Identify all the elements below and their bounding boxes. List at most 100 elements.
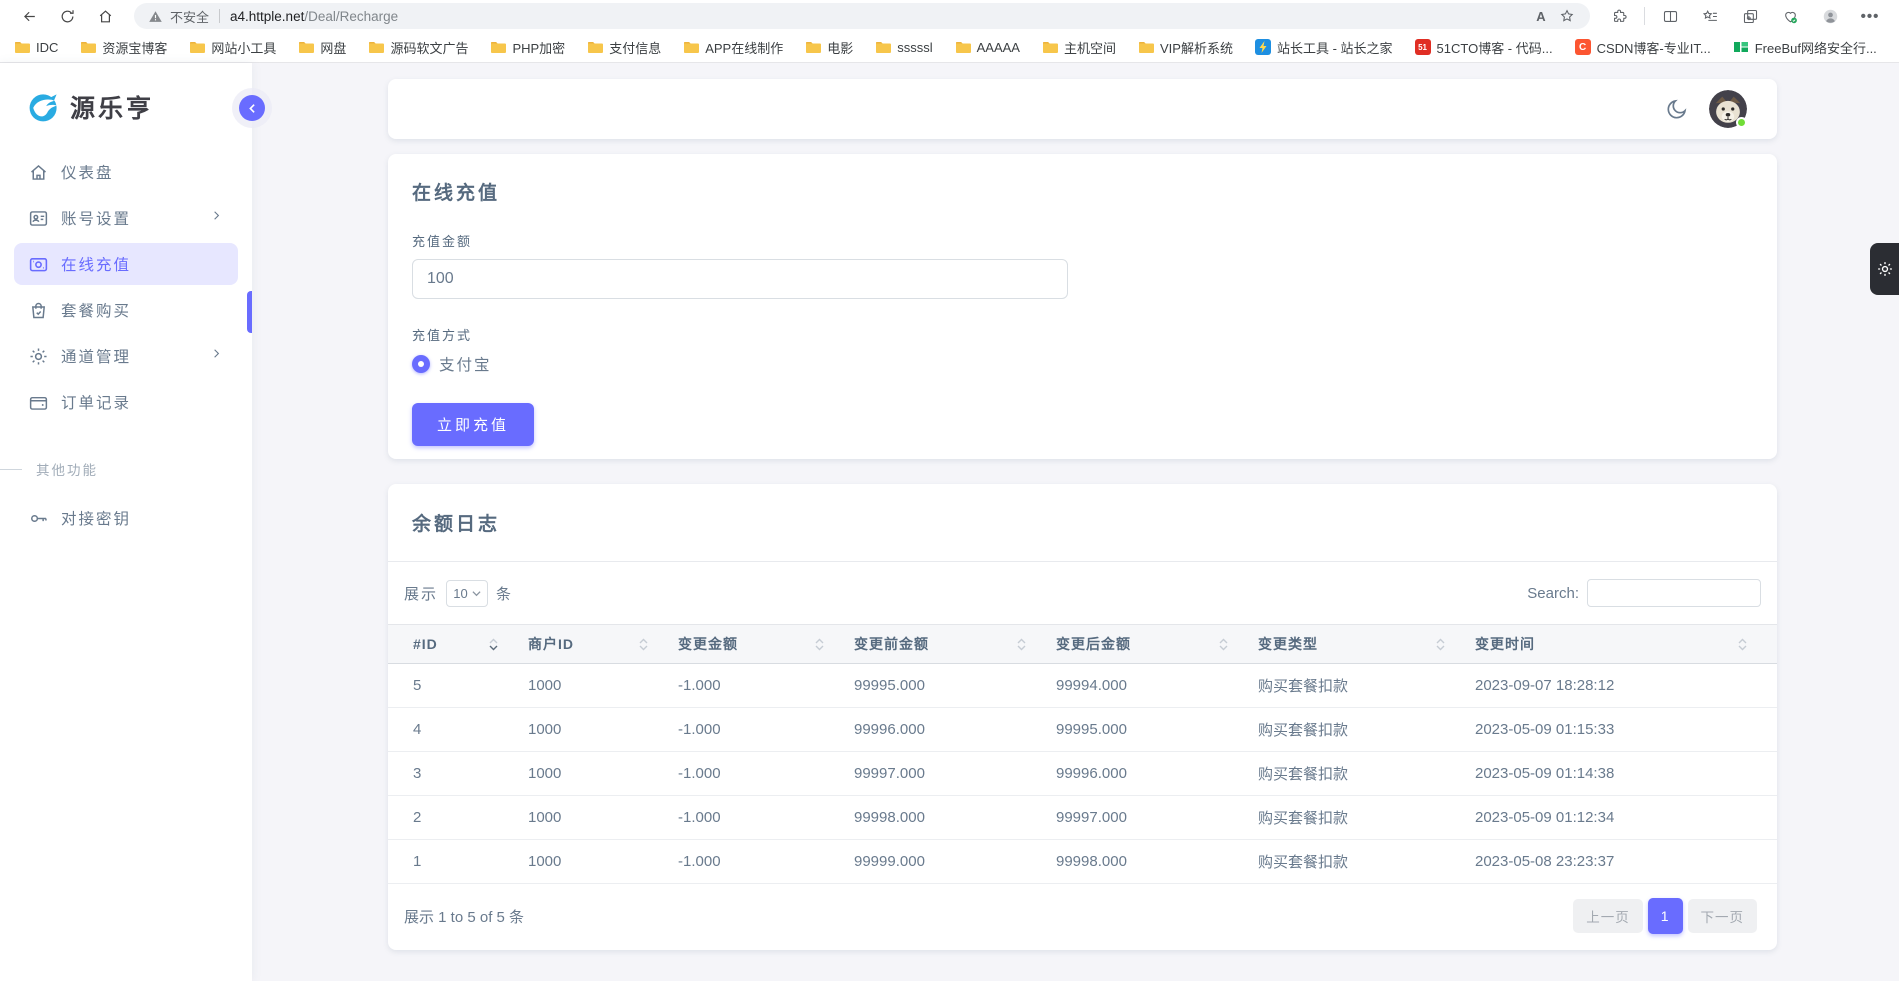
sort-asc-icon xyxy=(1017,638,1026,644)
address-bar[interactable]: 不安全 a4.httple.net /Deal/Recharge A xyxy=(134,3,1590,29)
page-size-group: 展示 10 条 xyxy=(404,580,513,607)
page-size-select[interactable]: 10 xyxy=(446,580,488,607)
sidebar-item-order-records[interactable]: 订单记录 xyxy=(14,381,238,423)
sidebar-collapse-button[interactable] xyxy=(239,95,265,121)
bookmark-item[interactable]: 主机空间 xyxy=(1042,38,1116,57)
column-header-before-amount[interactable]: 变更前金额 xyxy=(854,625,1056,664)
folder-icon xyxy=(1138,39,1154,55)
column-header-after-amount[interactable]: 变更后金额 xyxy=(1056,625,1258,664)
pagination: 上一页 1 下一页 xyxy=(1573,898,1757,934)
prev-page-button[interactable]: 上一页 xyxy=(1573,899,1643,933)
recharge-icon xyxy=(28,254,49,275)
dark-mode-toggle[interactable] xyxy=(1665,97,1689,121)
sort-icons[interactable] xyxy=(815,638,824,651)
sidebar-item-account-settings[interactable]: 账号设置 xyxy=(14,197,238,239)
table-row[interactable]: 51000-1.00099995.00099994.000购买套餐扣款2023-… xyxy=(388,664,1777,708)
favorites-hub-button[interactable] xyxy=(1695,3,1725,29)
payment-method-option[interactable]: 支付宝 xyxy=(412,353,1753,375)
folder-icon xyxy=(490,39,506,55)
search-input[interactable] xyxy=(1587,579,1761,607)
recharge-now-button[interactable]: 立即充值 xyxy=(412,403,534,446)
bookmark-item[interactable]: VIP解析系统 xyxy=(1138,38,1233,57)
settings-menu-button[interactable]: ••• xyxy=(1855,3,1885,29)
back-button[interactable] xyxy=(14,3,44,29)
user-avatar[interactable] xyxy=(1709,90,1747,128)
table-row[interactable]: 31000-1.00099997.00099996.000购买套餐扣款2023-… xyxy=(388,752,1777,796)
read-aloud-button[interactable]: A xyxy=(1528,5,1554,27)
bookmarks-bar: IDC 资源宝博客 网站小工具 网盘 源码软文广告 PHP加密 支付信息 AP xyxy=(0,32,1899,63)
page-size-value: 10 xyxy=(453,586,467,601)
brand-logo[interactable]: 源乐亨 xyxy=(0,63,252,135)
favorite-star-button[interactable] xyxy=(1554,5,1580,27)
sidebar-item-label: 在线充值 xyxy=(61,253,131,275)
column-header-id[interactable]: #ID xyxy=(388,625,528,664)
browser-essentials-button[interactable] xyxy=(1775,3,1805,29)
extensions-button[interactable] xyxy=(1604,3,1634,29)
column-header-change-type[interactable]: 变更类型 xyxy=(1258,625,1475,664)
bookmark-item[interactable]: AAAAA xyxy=(955,39,1020,55)
sort-asc-icon xyxy=(639,638,648,644)
sort-asc-icon xyxy=(815,638,824,644)
folder-icon xyxy=(683,39,699,55)
browser-chrome: 不安全 a4.httple.net /Deal/Recharge A xyxy=(0,0,1899,63)
sidebar-item-api-keys[interactable]: 对接密钥 xyxy=(14,497,238,539)
radio-selected-icon[interactable] xyxy=(412,355,430,373)
bookmark-item[interactable]: IDC xyxy=(14,39,58,55)
sidebar-item-channel-management[interactable]: 通道管理 xyxy=(14,335,238,377)
column-header-change-time[interactable]: 变更时间 xyxy=(1475,625,1777,664)
header-bar xyxy=(388,79,1777,139)
sort-icons[interactable] xyxy=(1436,638,1445,651)
split-screen-button[interactable] xyxy=(1655,3,1685,29)
bookmark-item[interactable]: 资源宝博客 xyxy=(80,38,167,57)
bookmark-item[interactable]: 51 51CTO博客 - 代码... xyxy=(1415,38,1553,57)
table-row[interactable]: 21000-1.00099998.00099997.000购买套餐扣款2023-… xyxy=(388,796,1777,840)
table-row[interactable]: 11000-1.00099999.00099998.000购买套餐扣款2023-… xyxy=(388,840,1777,884)
collections-button[interactable] xyxy=(1735,3,1765,29)
sort-icons[interactable] xyxy=(1738,638,1747,651)
sidebar-item-dashboard[interactable]: 仪表盘 xyxy=(14,151,238,193)
sidebar-item-package-purchase[interactable]: 套餐购买 xyxy=(14,289,238,331)
sort-asc-icon xyxy=(1219,638,1228,644)
profile-button[interactable] xyxy=(1815,3,1845,29)
recharge-card-title: 在线充值 xyxy=(412,178,1753,205)
bookmark-item[interactable]: 源码软文广告 xyxy=(368,38,468,57)
next-page-button[interactable]: 下一页 xyxy=(1688,899,1758,933)
amount-input[interactable] xyxy=(412,259,1068,299)
theme-customizer-toggle[interactable] xyxy=(1870,243,1899,295)
brand-logo-icon xyxy=(26,89,62,125)
sort-desc-icon xyxy=(1436,645,1445,651)
profile-avatar-icon xyxy=(1822,8,1839,25)
bookmark-item[interactable]: 网盘 xyxy=(298,38,346,57)
csdn-favicon: C xyxy=(1575,39,1591,55)
column-header-merchant-id[interactable]: 商户ID xyxy=(528,625,678,664)
sort-icons[interactable] xyxy=(489,638,498,651)
shopping-bag-icon xyxy=(28,300,49,321)
bookmark-item[interactable]: 站长工具 - 站长之家 xyxy=(1255,38,1393,57)
sidebar-section-other: 其他功能 xyxy=(0,459,252,479)
search-label: Search: xyxy=(1527,585,1579,602)
sort-icons[interactable] xyxy=(1219,638,1228,651)
gear-icon xyxy=(1876,260,1894,278)
bookmark-item[interactable]: FreeBuf网络安全行... xyxy=(1733,38,1877,57)
bookmark-item[interactable]: C CSDN博客-专业IT... xyxy=(1575,38,1711,57)
sort-icons[interactable] xyxy=(1017,638,1026,651)
table-row[interactable]: 41000-1.00099996.00099995.000购买套餐扣款2023-… xyxy=(388,708,1777,752)
bookmark-item[interactable]: PHP加密 xyxy=(490,38,565,57)
bookmark-item[interactable]: sssssl xyxy=(875,39,932,55)
refresh-button[interactable] xyxy=(52,3,82,29)
current-page-button[interactable]: 1 xyxy=(1648,898,1683,934)
bookmark-item[interactable]: 电影 xyxy=(805,38,853,57)
bookmark-item[interactable]: 网站小工具 xyxy=(189,38,276,57)
moon-icon xyxy=(1665,97,1689,121)
home-button[interactable] xyxy=(90,3,120,29)
sidebar-menu: 仪表盘 账号设置 在线充值 套餐购买 通道管理 订单记 xyxy=(0,151,252,539)
sort-icons[interactable] xyxy=(639,638,648,651)
bookmark-item[interactable]: APP在线制作 xyxy=(683,38,783,57)
column-header-change-amount[interactable]: 变更金额 xyxy=(678,625,854,664)
online-recharge-card: 在线充值 充值金额 充值方式 支付宝 立即充值 xyxy=(388,154,1777,459)
dashboard-icon xyxy=(28,162,49,183)
bookmark-item[interactable]: 支付信息 xyxy=(587,38,661,57)
sort-desc-icon xyxy=(1017,645,1026,651)
sidebar-item-label: 仪表盘 xyxy=(61,161,114,183)
sidebar-item-online-recharge[interactable]: 在线充值 xyxy=(14,243,238,285)
